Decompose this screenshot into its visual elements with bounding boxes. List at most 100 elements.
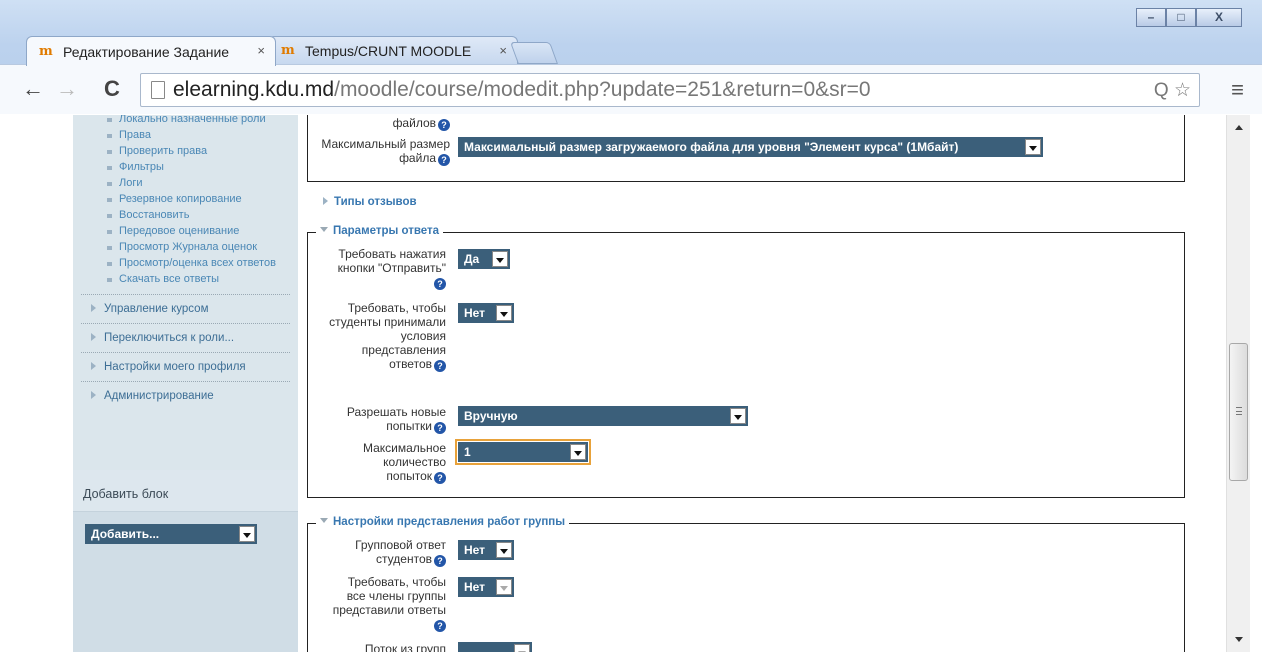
allow-attempts-select[interactable]: Вручную <box>458 406 748 426</box>
scroll-up-arrow-icon[interactable] <box>1235 125 1243 130</box>
expand-arrow-icon <box>91 333 96 341</box>
group-answer-label: Групповой ответ студентов? <box>355 538 446 567</box>
new-tab-button[interactable] <box>509 42 559 64</box>
url-text[interactable]: elearning.kdu.md/moodle/course/modedit.p… <box>173 78 871 102</box>
sidebar-section-site-admin[interactable]: Администрирование <box>81 381 290 410</box>
moodle-favicon-icon: m <box>39 43 53 59</box>
help-icon[interactable]: ? <box>434 278 446 290</box>
collapse-arrow-icon <box>320 518 328 523</box>
expand-arrow-icon <box>91 391 96 399</box>
answer-params-legend[interactable]: Параметры ответа <box>316 225 444 237</box>
sidebar-item-view-submissions[interactable]: Просмотр/оценка всех ответов <box>107 257 298 270</box>
add-block-select[interactable]: Добавить... <box>85 524 257 544</box>
help-icon[interactable]: ? <box>434 555 446 567</box>
main-form: файлов? Максимальный размер файла? Макси… <box>307 115 1185 652</box>
sidebar-item-permissions[interactable]: Права <box>107 129 298 142</box>
sidebar-item-local-roles[interactable]: Локально назначенные роли <box>107 115 298 126</box>
sidebar-item-gradebook[interactable]: Просмотр Журнала оценок <box>107 241 298 254</box>
dropdown-caret-icon <box>239 526 255 542</box>
minimize-button[interactable]: – <box>1136 8 1166 27</box>
tab-title: Редактирование Задание <box>63 43 230 60</box>
grouping-select[interactable] <box>458 642 532 652</box>
sidebar-item-check-permissions[interactable]: Проверить права <box>107 145 298 158</box>
tab-close-icon[interactable]: × <box>257 43 265 58</box>
require-accept-label: Требовать, чтобы студенты принимали усло… <box>329 301 446 372</box>
help-icon[interactable]: ? <box>434 422 446 434</box>
feedback-types-section[interactable]: Типы отзывов <box>323 196 417 208</box>
dropdown-caret-icon <box>496 542 512 558</box>
dropdown-caret-icon <box>730 408 746 424</box>
tab-title: Tempus/CRUNT MOODLE <box>305 42 472 59</box>
page-content: Локально назначенные роли Права Проверит… <box>0 115 1262 652</box>
moodle-favicon-icon: m <box>281 42 295 58</box>
help-icon[interactable]: ? <box>434 360 446 372</box>
collapse-arrow-icon <box>320 227 328 232</box>
dropdown-caret-icon <box>492 251 508 267</box>
sidebar-section-course-admin[interactable]: Управление курсом <box>81 294 290 323</box>
group-settings-legend[interactable]: Настройки представления работ группы <box>316 516 570 528</box>
tab-edit-assignment[interactable]: m Редактирование Задание × <box>26 36 276 66</box>
sidebar: Локально назначенные роли Права Проверит… <box>73 115 298 652</box>
grouping-label: Поток из групп <box>364 642 446 652</box>
max-attempts-select[interactable]: 1 <box>455 439 591 465</box>
group-answer-select[interactable]: Нет <box>458 540 514 560</box>
expand-arrow-icon <box>91 362 96 370</box>
page-icon <box>151 81 165 99</box>
dropdown-caret-icon <box>514 644 530 652</box>
scrollbar-thumb[interactable] <box>1229 343 1248 481</box>
browser-toolbar: ← → C elearning.kdu.md/moodle/course/mod… <box>0 64 1262 114</box>
sidebar-section-profile-settings[interactable]: Настройки моего профиля <box>81 352 290 381</box>
expand-arrow-icon <box>323 197 328 205</box>
close-window-button[interactable]: X <box>1196 8 1242 27</box>
scroll-down-arrow-icon[interactable] <box>1235 637 1243 642</box>
tab-tempus-moodle[interactable]: m Tempus/CRUNT MOODLE × <box>268 36 518 64</box>
sidebar-item-advanced-grading[interactable]: Передовое оценивание <box>107 225 298 238</box>
submission-settings-fieldset: файлов? Максимальный размер файла? Макси… <box>307 115 1185 182</box>
window-edge <box>1250 115 1262 652</box>
address-bar[interactable]: elearning.kdu.md/moodle/course/modedit.p… <box>140 73 1200 107</box>
allow-attempts-label: Разрешать новые попытки? <box>346 405 446 434</box>
dropdown-caret-icon <box>1025 139 1041 155</box>
window-controls: – □ X <box>1136 8 1242 27</box>
menu-icon[interactable]: ≡ <box>1231 77 1244 103</box>
grip-icon <box>1236 407 1242 415</box>
back-arrow-icon[interactable]: ← <box>22 77 44 101</box>
all-members-label: Требовать, чтобы все члены группы предст… <box>332 575 446 632</box>
help-icon[interactable]: ? <box>438 119 450 131</box>
tab-close-icon[interactable]: × <box>499 43 507 58</box>
require-submit-label: Требовать нажатия кнопки "Отправить"? <box>337 247 446 290</box>
sidebar-item-download-all[interactable]: Скачать все ответы <box>107 273 298 286</box>
add-block: Добавить блок Добавить... <box>73 470 298 652</box>
dropdown-caret-icon <box>496 579 512 595</box>
files-label-tail: файлов? <box>308 116 450 131</box>
vertical-scrollbar[interactable] <box>1226 115 1250 652</box>
require-submit-select[interactable]: Да <box>458 249 510 269</box>
sidebar-section-switch-role[interactable]: Переключиться к роли... <box>81 323 290 352</box>
reload-icon[interactable]: C <box>104 77 120 101</box>
help-icon[interactable]: ? <box>438 154 450 166</box>
help-icon[interactable]: ? <box>434 472 446 484</box>
group-settings-fieldset: Настройки представления работ группы Гру… <box>307 516 1185 652</box>
expand-arrow-icon <box>91 304 96 312</box>
browser-chrome: – □ X m Редактирование Задание × m Tempu… <box>0 0 1262 114</box>
max-attempts-label: Максимальное количество попыток? <box>362 441 446 484</box>
max-size-label: Максимальный размер файла? <box>321 137 450 166</box>
sidebar-item-logs[interactable]: Логи <box>107 177 298 190</box>
max-size-select[interactable]: Максимальный размер загружаемого файла д… <box>458 137 1043 157</box>
search-star-icon[interactable]: Q ☆ <box>1154 79 1191 102</box>
maximize-button[interactable]: □ <box>1166 8 1196 27</box>
sub-list: Локально назначенные роли Права Проверит… <box>73 115 298 286</box>
sidebar-item-filters[interactable]: Фильтры <box>107 161 298 174</box>
dropdown-caret-icon <box>570 444 586 460</box>
tab-strip: m Редактирование Задание × m Tempus/CRUN… <box>26 36 559 66</box>
add-block-title: Добавить блок <box>73 470 298 512</box>
admin-tree: Локально назначенные роли Права Проверит… <box>73 115 298 410</box>
help-icon[interactable]: ? <box>434 620 446 632</box>
answer-params-fieldset: Параметры ответа Требовать нажатия кнопк… <box>307 225 1185 498</box>
forward-arrow-icon[interactable]: → <box>56 77 78 101</box>
sidebar-item-backup[interactable]: Резервное копирование <box>107 193 298 206</box>
sidebar-item-restore[interactable]: Восстановить <box>107 209 298 222</box>
dropdown-caret-icon <box>496 305 512 321</box>
require-accept-select[interactable]: Нет <box>458 303 514 323</box>
all-members-select[interactable]: Нет <box>458 577 514 597</box>
